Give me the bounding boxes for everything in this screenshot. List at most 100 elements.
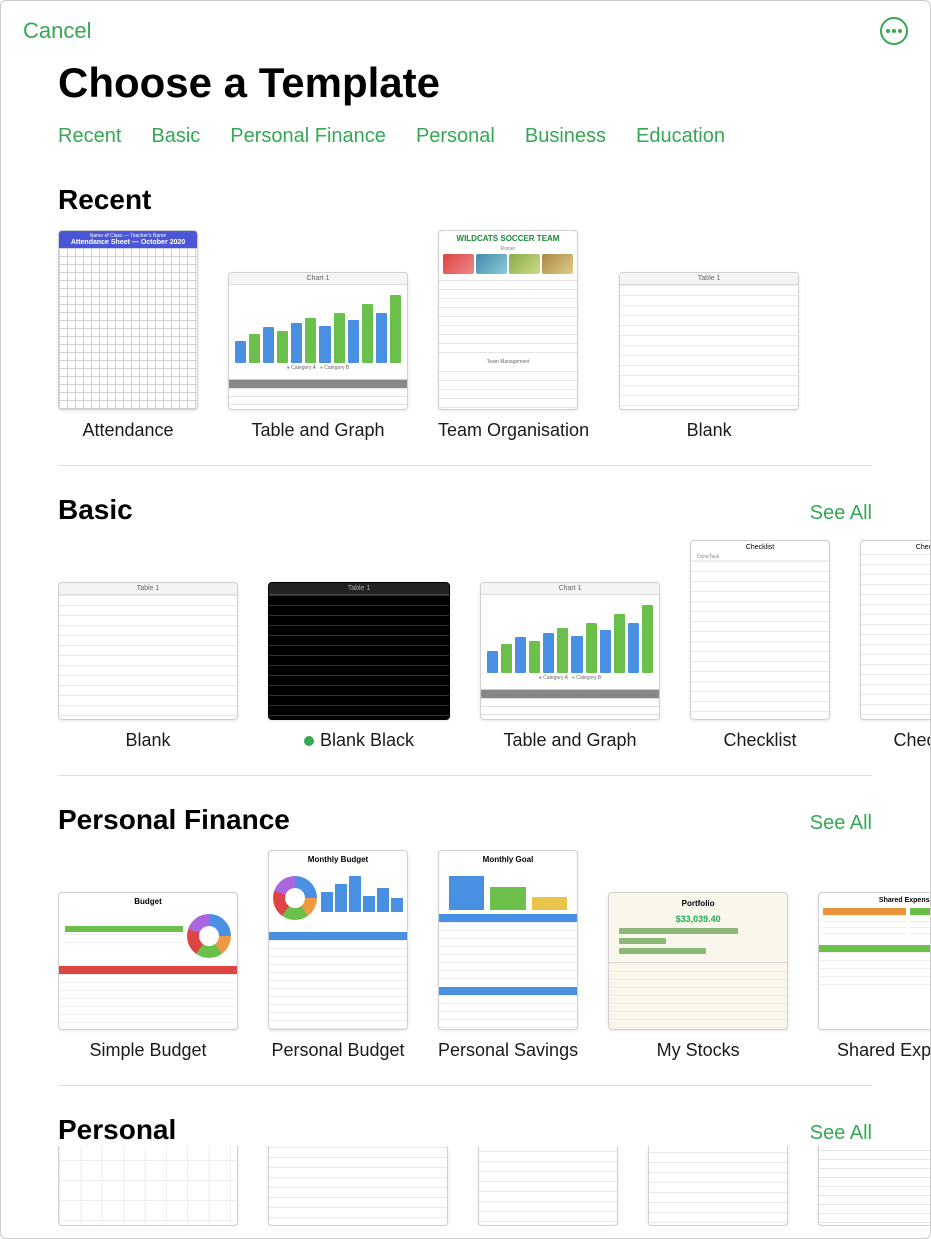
template-thumb: Daily Schedule [268, 1146, 448, 1226]
see-all-personal-finance[interactable]: See All [810, 812, 872, 835]
thumb-text: Category B [324, 365, 349, 371]
template-running-log[interactable]: MY RUNNING LOG [478, 1146, 618, 1226]
thumb-text: Category A [543, 675, 567, 681]
template-chooser-window: Cancel Choose a Template Recent Basic Pe… [0, 0, 931, 1239]
content-scroll[interactable]: Choose a Template Recent Basic Personal … [1, 45, 930, 1226]
thumb-text: Task [709, 554, 719, 560]
template-checklist-2[interactable]: Checklist Checklist [860, 540, 930, 751]
tab-recent[interactable]: Recent [58, 125, 121, 148]
category-tabs: Recent Basic Personal Finance Personal B… [58, 125, 930, 148]
template-remodel-budget[interactable]: REMODEL - PROJECT BUDGET [648, 1146, 788, 1226]
ellipsis-icon [886, 29, 902, 33]
thumb-text: Checklist [691, 541, 829, 554]
template-label: Personal Savings [438, 1040, 578, 1061]
template-thumb: WILDCATS SOCCER TEAM Roster [818, 1146, 930, 1226]
section-divider [58, 1085, 872, 1086]
tab-basic[interactable]: Basic [151, 125, 200, 148]
template-thumb: Portfolio $33,039.40 [608, 892, 788, 1030]
template-attendance[interactable]: Name of Class — Teacher's Name Attendanc… [58, 230, 198, 441]
template-label-text: Blank Black [320, 730, 414, 751]
cancel-button[interactable]: Cancel [23, 18, 91, 44]
topbar: Cancel [1, 1, 930, 45]
template-thumb: Shared Expenses [818, 892, 930, 1030]
template-team-organisation[interactable]: WILDCATS SOCCER TEAM Roster Team Managem… [438, 230, 589, 441]
template-thumb: Name of Class — Teacher's Name Attendanc… [58, 230, 198, 410]
thumb-text: Monthly Budget [269, 851, 407, 868]
template-thumb: MY RUNNING LOG [478, 1146, 618, 1226]
thumb-text: Monthly Goal [439, 851, 577, 868]
thumb-text: Chart 1 [229, 273, 407, 285]
thumb-text: Budget [59, 893, 237, 910]
thumb-text: Checklist [861, 541, 930, 554]
template-thumb: Table 1 [58, 582, 238, 720]
template-label: Checklist [690, 730, 830, 751]
thumb-text: Category A [291, 365, 315, 371]
template-table-and-graph[interactable]: Chart 1 ● Category A ● Category B [480, 582, 660, 751]
template-label: Blank [58, 730, 238, 751]
section-recent-title: Recent [58, 184, 151, 216]
see-all-basic[interactable]: See All [810, 502, 872, 525]
template-thumb: Monthly Budget [268, 850, 408, 1030]
template-blank[interactable]: Table 1 Blank [619, 272, 799, 441]
template-my-stocks[interactable]: Portfolio $33,039.40 My Stocks [608, 892, 788, 1061]
tab-personal[interactable]: Personal [416, 125, 495, 148]
template-daily-schedule[interactable]: Daily Schedule [268, 1146, 448, 1226]
section-personal-title: Personal [58, 1114, 176, 1146]
thumb-text: Shared Expenses [819, 893, 930, 908]
section-recent: Recent Name of Class — Teacher's Name At… [58, 184, 930, 466]
template-label: Blank [619, 420, 799, 441]
template-thumb: REMODEL - PROJECT BUDGET [648, 1146, 788, 1226]
template-thumb: Table 1 [268, 582, 450, 720]
template-blank[interactable]: Table 1 Blank [58, 582, 238, 751]
more-options-button[interactable] [880, 17, 908, 45]
thumb-text: $33,039.40 [609, 914, 787, 924]
template-thumb: Checklist [860, 540, 930, 720]
template-personal-savings[interactable]: Monthly Goal Personal Savings [438, 850, 578, 1061]
template-shared-expenses[interactable]: Shared Expenses Shared Expenses [818, 892, 930, 1061]
section-basic-title: Basic [58, 494, 133, 526]
tab-education[interactable]: Education [636, 125, 725, 148]
template-label: Table and Graph [228, 420, 408, 441]
template-label: Simple Budget [58, 1040, 238, 1061]
section-divider [58, 775, 872, 776]
tab-business[interactable]: Business [525, 125, 606, 148]
thumb-text: Table 1 [59, 583, 237, 595]
section-personal-finance: Personal Finance See All Budget [58, 804, 930, 1086]
section-basic: Basic See All Table 1 Blank Table 1 [58, 494, 930, 776]
template-label: Team Organisation [438, 420, 589, 441]
section-personal-finance-title: Personal Finance [58, 804, 290, 836]
thumb-text: Portfolio [609, 893, 787, 914]
template-calendar[interactable]: September 2020 [58, 1146, 238, 1226]
download-dot-icon [304, 736, 314, 746]
thumb-text: Table 1 [269, 583, 449, 595]
template-thumb: Chart 1 ● Category A ● Category B [480, 582, 660, 720]
thumb-text: Category B [576, 675, 601, 681]
template-checklist[interactable]: Checklist DoneTask Checklist [690, 540, 830, 751]
thumb-text: Team Management [439, 357, 577, 367]
template-team-organisation[interactable]: WILDCATS SOCCER TEAM Roster [818, 1146, 930, 1226]
tab-personal-finance[interactable]: Personal Finance [230, 125, 386, 148]
template-label: Blank Black [268, 730, 450, 751]
template-table-and-graph[interactable]: Chart 1 ● Category A ● Category B [228, 272, 408, 441]
template-thumb: September 2020 [58, 1146, 238, 1226]
template-label: Personal Budget [268, 1040, 408, 1061]
thumb-text: Done [697, 554, 709, 560]
template-label: Attendance [58, 420, 198, 441]
template-thumb: Table 1 [619, 272, 799, 410]
template-thumb: Chart 1 ● Category A ● Category B [228, 272, 408, 410]
template-thumb: Budget [58, 892, 238, 1030]
thumb-text: Attendance Sheet — October 2020 [63, 239, 193, 246]
template-thumb: WILDCATS SOCCER TEAM Roster Team Managem… [438, 230, 578, 410]
thumb-text: Chart 1 [481, 583, 659, 595]
section-divider [58, 465, 872, 466]
template-personal-budget[interactable]: Monthly Budget Personal Budget [268, 850, 408, 1061]
template-blank-black[interactable]: Table 1 Blank Black [268, 582, 450, 751]
template-simple-budget[interactable]: Budget Simple Budget [58, 892, 238, 1061]
page-title: Choose a Template [58, 59, 930, 107]
template-label: My Stocks [608, 1040, 788, 1061]
template-thumb: Monthly Goal [438, 850, 578, 1030]
template-label: Checklist [860, 730, 930, 751]
thumb-text: Table 1 [620, 273, 798, 285]
template-label: Table and Graph [480, 730, 660, 751]
see-all-personal[interactable]: See All [810, 1122, 872, 1145]
